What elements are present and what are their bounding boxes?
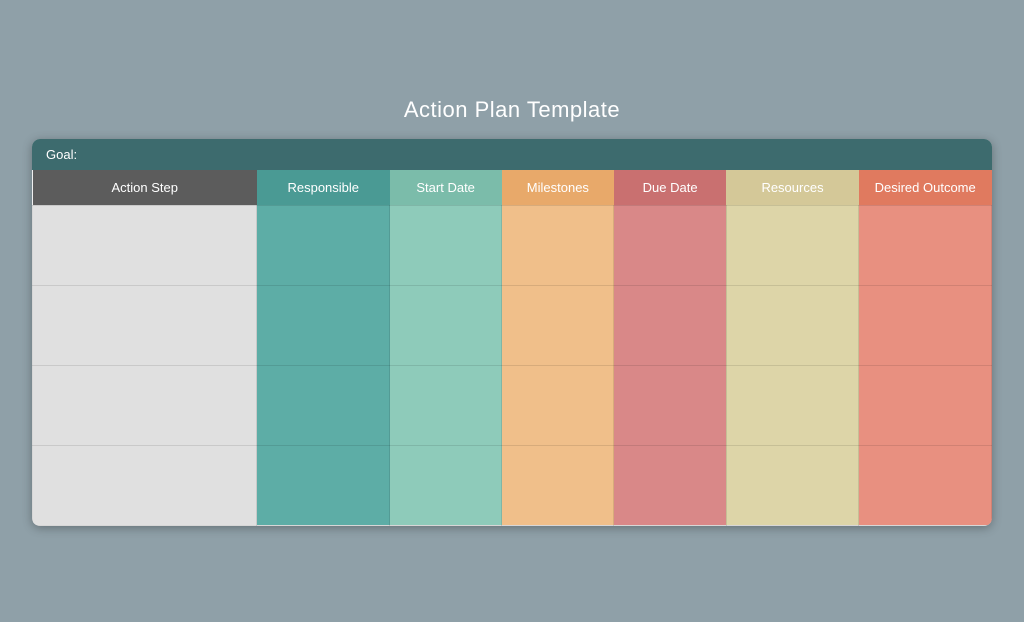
table-header-row: Action Step Responsible Start Date Miles… <box>33 170 992 206</box>
cell-action-2[interactable] <box>33 285 257 365</box>
cell-resp-2[interactable] <box>257 285 390 365</box>
cell-action-3[interactable] <box>33 365 257 445</box>
cell-resp-1[interactable] <box>257 205 390 285</box>
cell-due-1[interactable] <box>614 205 726 285</box>
header-start-date: Start Date <box>390 170 502 206</box>
cell-mile-3[interactable] <box>502 365 614 445</box>
table-container: Action Step Responsible Start Date Miles… <box>32 170 992 526</box>
action-plan-table: Action Step Responsible Start Date Miles… <box>32 170 992 526</box>
page-wrapper: Action Plan Template Goal: Action Step R… <box>32 97 992 526</box>
cell-start-1[interactable] <box>390 205 502 285</box>
goal-bar: Goal: <box>32 139 992 170</box>
table-row <box>33 365 992 445</box>
header-action-step: Action Step <box>33 170 257 206</box>
action-plan-card: Goal: Action Step Responsible Start Date… <box>32 139 992 526</box>
cell-mile-4[interactable] <box>502 445 614 525</box>
table-row <box>33 285 992 365</box>
cell-resp-4[interactable] <box>257 445 390 525</box>
goal-label: Goal: <box>46 147 77 162</box>
page-title: Action Plan Template <box>404 97 620 123</box>
header-milestones: Milestones <box>502 170 614 206</box>
cell-resp-3[interactable] <box>257 365 390 445</box>
cell-res-4[interactable] <box>726 445 859 525</box>
cell-mile-1[interactable] <box>502 205 614 285</box>
cell-desired-2[interactable] <box>859 285 992 365</box>
cell-res-2[interactable] <box>726 285 859 365</box>
table-row <box>33 445 992 525</box>
header-resources: Resources <box>726 170 859 206</box>
cell-start-2[interactable] <box>390 285 502 365</box>
cell-due-2[interactable] <box>614 285 726 365</box>
cell-desired-1[interactable] <box>859 205 992 285</box>
cell-due-3[interactable] <box>614 365 726 445</box>
cell-action-1[interactable] <box>33 205 257 285</box>
table-row <box>33 205 992 285</box>
cell-res-1[interactable] <box>726 205 859 285</box>
cell-res-3[interactable] <box>726 365 859 445</box>
cell-desired-4[interactable] <box>859 445 992 525</box>
cell-action-4[interactable] <box>33 445 257 525</box>
header-responsible: Responsible <box>257 170 390 206</box>
cell-mile-2[interactable] <box>502 285 614 365</box>
header-due-date: Due Date <box>614 170 726 206</box>
cell-desired-3[interactable] <box>859 365 992 445</box>
cell-due-4[interactable] <box>614 445 726 525</box>
cell-start-3[interactable] <box>390 365 502 445</box>
header-desired-outcome: Desired Outcome <box>859 170 992 206</box>
cell-start-4[interactable] <box>390 445 502 525</box>
